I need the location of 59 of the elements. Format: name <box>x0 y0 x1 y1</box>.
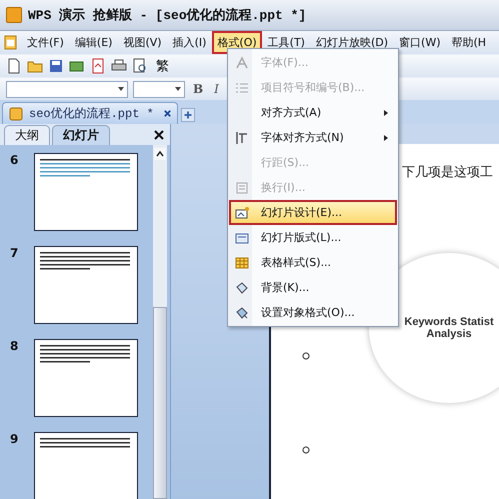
save-icon[interactable] <box>48 58 64 74</box>
new-tab-icon[interactable] <box>180 108 195 122</box>
menu-entry[interactable]: 幻灯片设计(E)... <box>229 200 397 225</box>
document-tab-label: seo优化的流程.ppt * <box>29 106 154 122</box>
font-size-dropdown[interactable] <box>133 80 185 98</box>
menu-entry[interactable]: 字体对齐方式(N) <box>229 125 397 150</box>
scrollbar[interactable] <box>153 145 167 499</box>
scrollbar-thumb[interactable] <box>153 307 167 499</box>
traditional-chinese-button[interactable]: 繁 <box>153 57 172 75</box>
bullet-icon <box>302 446 310 454</box>
document-tab[interactable]: seo优化的流程.ppt * <box>2 102 178 124</box>
menu-item[interactable]: 插入(I) <box>168 31 212 54</box>
menu-entry[interactable]: 表格样式(S)... <box>229 250 397 275</box>
menu-entry[interactable]: 对齐方式(A) <box>229 100 397 125</box>
dropdown-caret-icon <box>174 85 182 93</box>
slide-number: 9 <box>10 432 20 448</box>
dropdown-caret-icon <box>117 85 125 93</box>
circle-label: Keywords Statist <box>404 316 494 328</box>
slide-layout-icon <box>235 230 249 244</box>
bold-button[interactable]: B <box>190 82 206 96</box>
menu-entry[interactable]: 设置对象格式(O)... <box>229 300 397 325</box>
slide-thumbnail[interactable] <box>34 432 138 499</box>
menu-item[interactable]: 视图(V) <box>118 31 167 54</box>
close-icon[interactable] <box>162 109 172 118</box>
panel-tab[interactable]: 幻灯片 <box>52 125 110 145</box>
bullet-icon <box>302 352 310 360</box>
slide-thumbnail[interactable] <box>34 153 138 231</box>
close-icon[interactable] <box>154 130 164 140</box>
circle-label: Analysis <box>426 328 472 340</box>
slide-thumbnail[interactable] <box>34 246 138 324</box>
submenu-arrow-icon <box>383 108 389 116</box>
menu-entry[interactable]: 背景(K)... <box>229 275 397 300</box>
menu-item[interactable]: 窗口(W) <box>394 31 446 54</box>
submenu-arrow-icon <box>383 134 389 142</box>
menu-item[interactable]: 帮助(H <box>446 31 492 54</box>
window-title: WPS 演示 抢鲜版 - [seo优化的流程.ppt *] <box>28 6 306 24</box>
scroll-up-icon[interactable] <box>154 148 166 160</box>
slide-number: 6 <box>10 153 20 169</box>
line-spacing-icon <box>235 180 249 194</box>
presentation-file-icon <box>8 106 24 122</box>
panel-tab[interactable]: 大纲 <box>4 125 50 145</box>
slide-thumbnail[interactable] <box>34 339 138 417</box>
menu-item[interactable]: 编辑(E) <box>70 31 118 54</box>
slide-number: 8 <box>10 339 20 355</box>
slide-body-text: 下几项是这项工 <box>402 164 493 181</box>
font-name-dropdown[interactable] <box>6 80 128 98</box>
list-icon <box>235 80 249 94</box>
italic-button[interactable]: I <box>211 82 222 96</box>
print-preview-icon[interactable] <box>132 58 148 74</box>
letter-a-icon <box>235 56 249 70</box>
new-file-icon[interactable] <box>6 58 22 74</box>
slide-design-icon <box>235 206 249 220</box>
app-logo-icon <box>6 7 22 23</box>
text-align-icon <box>235 130 249 144</box>
document-icon <box>4 35 17 50</box>
menu-item[interactable]: 文件(F) <box>22 31 69 54</box>
menu-entry[interactable]: 幻灯片版式(L)... <box>229 225 397 250</box>
table-icon <box>235 256 249 270</box>
slide-number: 7 <box>10 246 20 262</box>
